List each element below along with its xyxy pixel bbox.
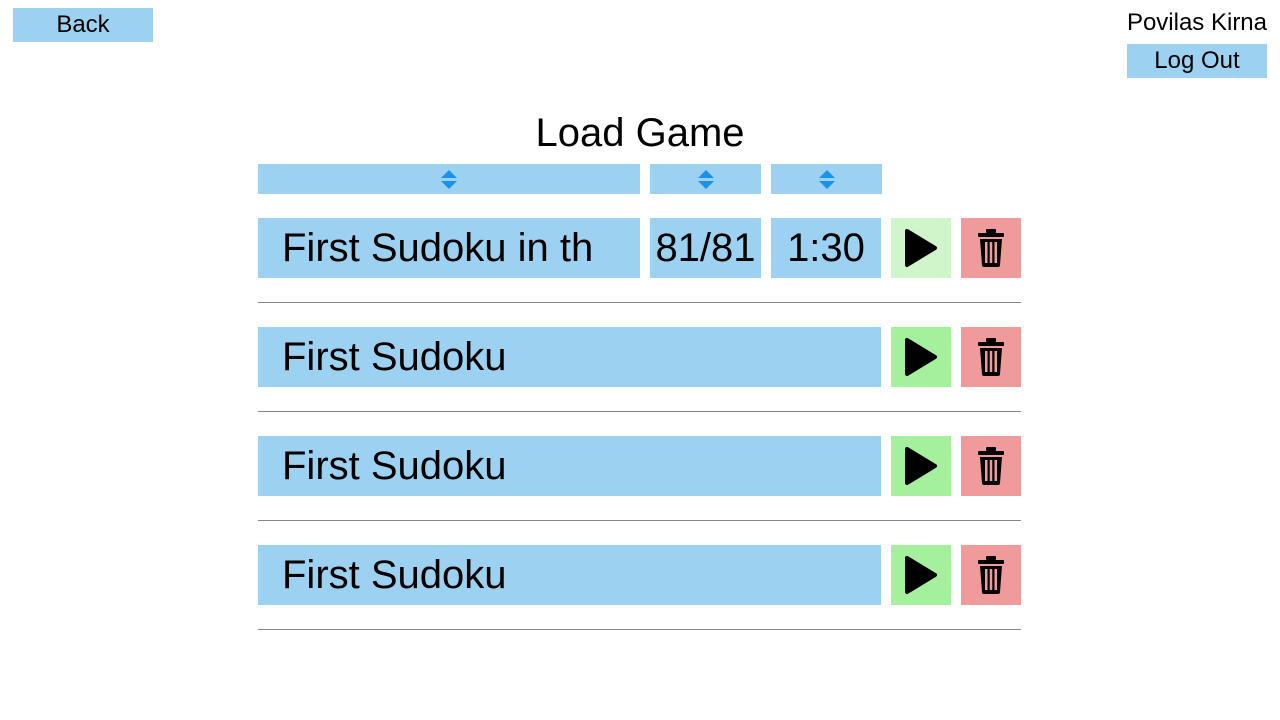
trash-icon — [978, 229, 1004, 267]
trash-icon — [978, 447, 1004, 485]
logout-button[interactable]: Log Out — [1127, 44, 1267, 78]
play-icon — [905, 447, 937, 485]
play-icon — [905, 556, 937, 594]
saved-game-row: First Sudoku — [258, 327, 1021, 387]
play-button[interactable] — [891, 436, 951, 496]
load-game-screen: Back Povilas Kirna Log Out Load Game Fir… — [0, 0, 1280, 720]
trash-icon — [978, 556, 1004, 594]
play-button[interactable] — [891, 545, 951, 605]
back-button[interactable]: Back — [13, 8, 153, 42]
game-time: 1:30 — [771, 218, 881, 278]
play-icon — [905, 229, 937, 267]
sort-icon — [697, 169, 714, 189]
row-divider — [258, 302, 1021, 303]
page-title: Load Game — [535, 111, 745, 155]
delete-button[interactable] — [961, 545, 1021, 605]
user-name: Povilas Kirna — [1126, 9, 1267, 36]
sort-by-progress-button[interactable] — [650, 164, 761, 194]
sort-by-name-button[interactable] — [258, 164, 640, 194]
game-name[interactable]: First Sudoku — [258, 436, 881, 496]
delete-button[interactable] — [961, 218, 1021, 278]
sort-icon — [818, 169, 835, 189]
saved-game-row: First Sudoku in th 81/81 1:30 — [258, 218, 1021, 278]
delete-button[interactable] — [961, 436, 1021, 496]
saved-game-row: First Sudoku — [258, 545, 1021, 605]
game-name[interactable]: First Sudoku — [258, 545, 881, 605]
play-icon — [905, 338, 937, 376]
saved-game-row: First Sudoku — [258, 436, 1021, 496]
row-divider — [258, 520, 1021, 521]
sort-by-time-button[interactable] — [771, 164, 882, 194]
play-button[interactable] — [891, 327, 951, 387]
row-divider — [258, 411, 1021, 412]
play-button[interactable] — [891, 218, 951, 278]
delete-button[interactable] — [961, 327, 1021, 387]
game-name[interactable]: First Sudoku in th — [258, 218, 640, 278]
trash-icon — [978, 338, 1004, 376]
game-progress: 81/81 — [650, 218, 761, 278]
sort-icon — [441, 169, 457, 189]
row-divider — [258, 629, 1021, 630]
game-name[interactable]: First Sudoku — [258, 327, 881, 387]
